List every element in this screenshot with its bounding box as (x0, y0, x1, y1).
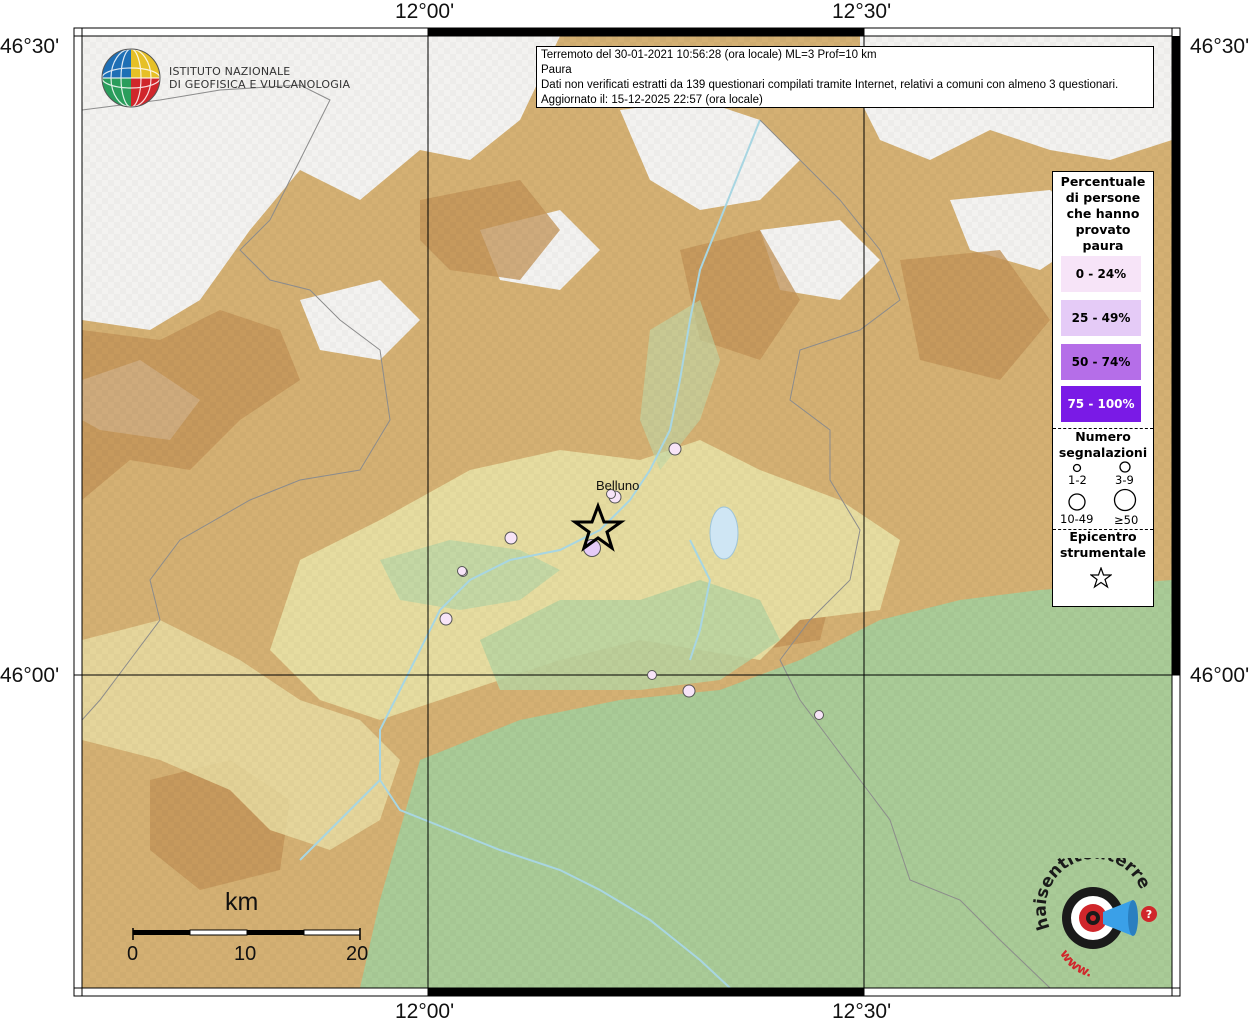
city-label-belluno: Belluno (596, 478, 640, 493)
observation-point (668, 442, 682, 456)
count-circle-10-49 (1068, 493, 1086, 511)
count-label-50: ≥50 (1114, 513, 1139, 527)
observation-point (439, 612, 453, 626)
lat-label-right-bottom: 46°00' (1190, 664, 1250, 687)
lon-label-bottom-right: 12°30' (832, 1000, 892, 1023)
map-type: Paura (541, 64, 572, 76)
lon-label-top-right: 12°30' (832, 0, 892, 23)
observation-point (457, 566, 467, 576)
watermark-text: haisentitoilterremoto.it (1030, 858, 1154, 933)
observation-point (647, 670, 657, 680)
data-note: Dati non verificati estratti da 139 ques… (541, 79, 1119, 91)
scale-tick-20: 20 (346, 943, 369, 965)
observation-point (814, 710, 824, 720)
lon-label-bottom-left: 12°00' (395, 1000, 455, 1023)
scale-tick-10: 10 (234, 943, 257, 965)
legend-star-icon (1090, 567, 1112, 589)
legend-class-0-24: 0 - 24% (1061, 256, 1141, 292)
legend-class-50-74: 50 - 74% (1061, 344, 1141, 380)
lake (709, 506, 739, 560)
ingv-logo-line1: ISTITUTO NAZIONALE (169, 65, 291, 78)
lat-label-right-top: 46°30' (1190, 35, 1250, 58)
count-circles (1068, 461, 1137, 512)
observation-point (504, 531, 518, 545)
count-label-3-9: 3-9 (1115, 473, 1134, 487)
lon-label-top-left: 12°00' (395, 0, 455, 23)
scale-tick-0: 0 (127, 943, 139, 965)
ingv-logo-line2: DI GEOFISICA E VULCANOLOGIA (169, 78, 351, 91)
lat-label-left-bottom: 46°00' (0, 664, 60, 687)
svg-text:haisentitoilterremoto.it: haisentitoilterremoto.it (1030, 858, 1154, 933)
legend-epicenter-title: Epicentro strumentale (1059, 529, 1147, 560)
legend-panel: Percentuale di persone che hanno provato… (1052, 171, 1154, 607)
count-label-10-49: 10-49 (1060, 512, 1094, 526)
count-circle-3-9 (1119, 461, 1131, 473)
legend-class-25-49: 25 - 49% (1061, 300, 1141, 336)
event-info-box: Terremoto del 30-01-2021 10:56:28 (ora l… (536, 46, 1154, 108)
event-title: Terremoto del 30-01-2021 10:56:28 (ora l… (541, 49, 877, 61)
count-circle-1-2 (1072, 463, 1082, 473)
count-circle-50 (1113, 488, 1137, 512)
ingv-globe-icon (101, 48, 161, 108)
update-timestamp: Aggiornato il: 15-12-2025 22:57 (ora loc… (541, 94, 763, 106)
lat-label-left-top: 46°30' (0, 35, 60, 58)
watermark-www: www. (1056, 947, 1093, 978)
count-label-1-2: 1-2 (1068, 473, 1087, 487)
scale-unit: km (225, 888, 259, 916)
legend-class-75-100: 75 - 100% (1061, 386, 1141, 422)
legend-title: Percentuale di persone che hanno provato… (1060, 174, 1146, 253)
svg-text:www.: www. (1056, 947, 1093, 978)
watermark-logo: haisentitoilterremoto.it www. (1030, 858, 1154, 978)
observation-point (682, 684, 696, 698)
ingv-logo-text: ISTITUTO NAZIONALE DI GEOFISICA E VULCAN… (169, 65, 350, 91)
